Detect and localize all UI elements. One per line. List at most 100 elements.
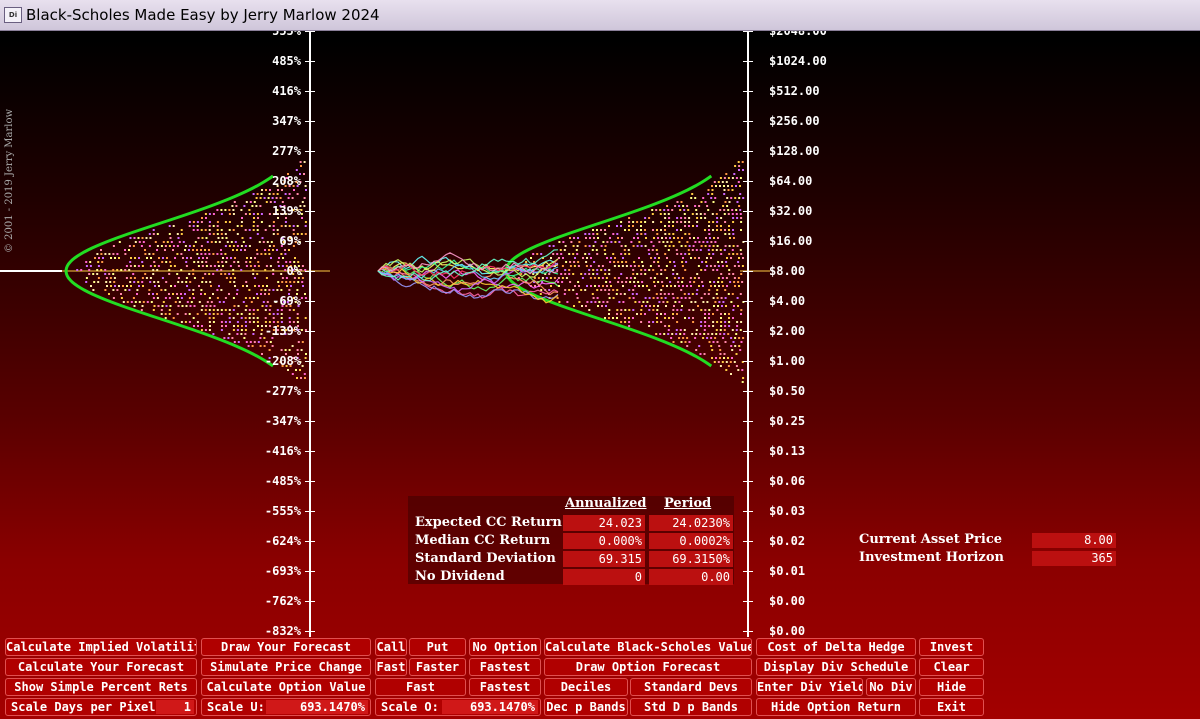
left-dot	[250, 257, 252, 259]
show-simple-percent-button[interactable]: Show Simple Percent Rets	[5, 678, 197, 696]
right-axis-tick	[743, 271, 753, 272]
faster-sim-button[interactable]: Faster	[409, 658, 466, 676]
right-dot	[708, 313, 710, 315]
scale-u-field[interactable]: Scale U: 693.1470%	[201, 698, 371, 716]
left-dot	[138, 301, 141, 303]
calc-option-value-button[interactable]: Calculate Option Value	[201, 678, 371, 696]
scale-days-value[interactable]: 1	[156, 700, 194, 714]
right-dot	[697, 265, 700, 267]
right-dot	[695, 349, 698, 351]
left-dot	[188, 221, 191, 223]
left-dot	[261, 353, 263, 355]
right-dot	[638, 285, 640, 287]
left-dot	[245, 281, 248, 283]
exit-button[interactable]: Exit	[919, 698, 984, 716]
right-dot	[716, 229, 718, 231]
no-option-button[interactable]: No Option	[469, 638, 541, 656]
right-dot	[742, 337, 745, 339]
scale-days-field[interactable]: Scale Days per Pixel: 1	[5, 698, 197, 716]
calc-your-forecast-button[interactable]: Calculate Your Forecast	[5, 658, 197, 676]
enter-div-yield-button[interactable]: Enter Div Yield	[756, 678, 863, 696]
asset-price-field[interactable]: 8.00	[1032, 533, 1116, 548]
left-dot	[296, 321, 299, 323]
scale-o-value[interactable]: 693.1470%	[442, 700, 538, 714]
right-dot	[718, 285, 720, 287]
right-dot	[636, 221, 639, 223]
right-dot	[573, 265, 576, 267]
left-dot	[304, 293, 306, 295]
draw-your-forecast-button[interactable]: Draw Your Forecast	[201, 638, 371, 656]
right-dot	[720, 325, 723, 327]
right-dot	[681, 237, 683, 239]
right-dot	[589, 237, 591, 239]
right-dot	[652, 321, 655, 323]
hide-option-return-button[interactable]: Hide Option Return	[756, 698, 916, 716]
left-dot	[251, 345, 254, 347]
app-icon[interactable]: Di	[4, 7, 22, 23]
left-dot	[153, 281, 156, 283]
left-dot	[220, 269, 223, 271]
right-dot	[722, 337, 725, 339]
right-dot	[640, 313, 642, 315]
right-dot	[731, 357, 733, 359]
left-dot	[177, 305, 180, 307]
left-dot	[186, 301, 189, 303]
left-axis-tick-label: 347%	[272, 114, 301, 128]
right-dot	[648, 325, 651, 327]
call-button[interactable]: Call	[375, 638, 407, 656]
dec-p-bands-button[interactable]: Dec p Bands	[544, 698, 628, 716]
left-dot	[149, 281, 152, 283]
standard-devs-button[interactable]: Standard Devs	[630, 678, 752, 696]
left-dot	[165, 261, 168, 263]
deciles-button[interactable]: Deciles	[544, 678, 628, 696]
right-dot	[656, 273, 659, 275]
right-dot	[581, 277, 584, 279]
left-dot	[264, 309, 267, 311]
window-title: Black-Scholes Made Easy by Jerry Marlow …	[26, 6, 380, 24]
right-dot	[586, 301, 589, 303]
right-dot	[681, 305, 683, 307]
std-d-p-bands-button[interactable]: Std D p Bands	[630, 698, 752, 716]
display-div-schedule-button[interactable]: Display Div Schedule	[756, 658, 916, 676]
fastest-sim-button[interactable]: Fastest	[469, 658, 541, 676]
left-dot	[243, 337, 246, 339]
right-dot	[724, 313, 726, 315]
invest-button[interactable]: Invest	[919, 638, 984, 656]
calc-black-scholes-button[interactable]: Calculate Black-Scholes Value	[544, 638, 752, 656]
right-dot	[684, 217, 687, 219]
fastest-option-button[interactable]: Fastest	[469, 678, 541, 696]
simulate-price-change-button[interactable]: Simulate Price Change	[201, 658, 371, 676]
left-dot	[221, 325, 223, 327]
right-axis-tick-label: $1024.00	[769, 54, 827, 68]
left-dot	[225, 237, 228, 239]
right-dot	[621, 237, 623, 239]
left-axis-tick	[305, 91, 315, 92]
draw-option-forecast-button[interactable]: Draw Option Forecast	[544, 658, 752, 676]
cost-delta-hedge-button[interactable]: Cost of Delta Hedge	[756, 638, 916, 656]
right-dot	[569, 261, 572, 263]
right-axis-tick	[743, 61, 753, 62]
left-dot	[85, 281, 88, 283]
left-dot	[133, 305, 136, 307]
put-button[interactable]: Put	[409, 638, 466, 656]
horizon-field[interactable]: 365	[1032, 551, 1116, 566]
left-dot	[268, 245, 271, 247]
clear-button[interactable]: Clear	[919, 658, 984, 676]
no-div-button[interactable]: No Div	[866, 678, 916, 696]
hide-button[interactable]: Hide	[919, 678, 984, 696]
calc-implied-volatility-button[interactable]: Calculate Implied Volatility	[5, 638, 197, 656]
left-dot	[220, 233, 223, 235]
fast-option-button[interactable]: Fast	[375, 678, 466, 696]
right-dot	[594, 301, 597, 303]
left-dot	[256, 293, 258, 295]
right-dot	[707, 293, 710, 295]
left-dot	[261, 305, 264, 307]
left-dot	[104, 273, 107, 275]
left-dot	[212, 309, 215, 311]
scale-o-field[interactable]: Scale O: 693.1470%	[375, 698, 541, 716]
fast-sim-button[interactable]: Fast	[375, 658, 407, 676]
left-dot	[272, 221, 275, 223]
left-dot	[228, 309, 231, 311]
scale-u-value[interactable]: 693.1470%	[266, 700, 368, 714]
left-dot	[112, 273, 115, 275]
